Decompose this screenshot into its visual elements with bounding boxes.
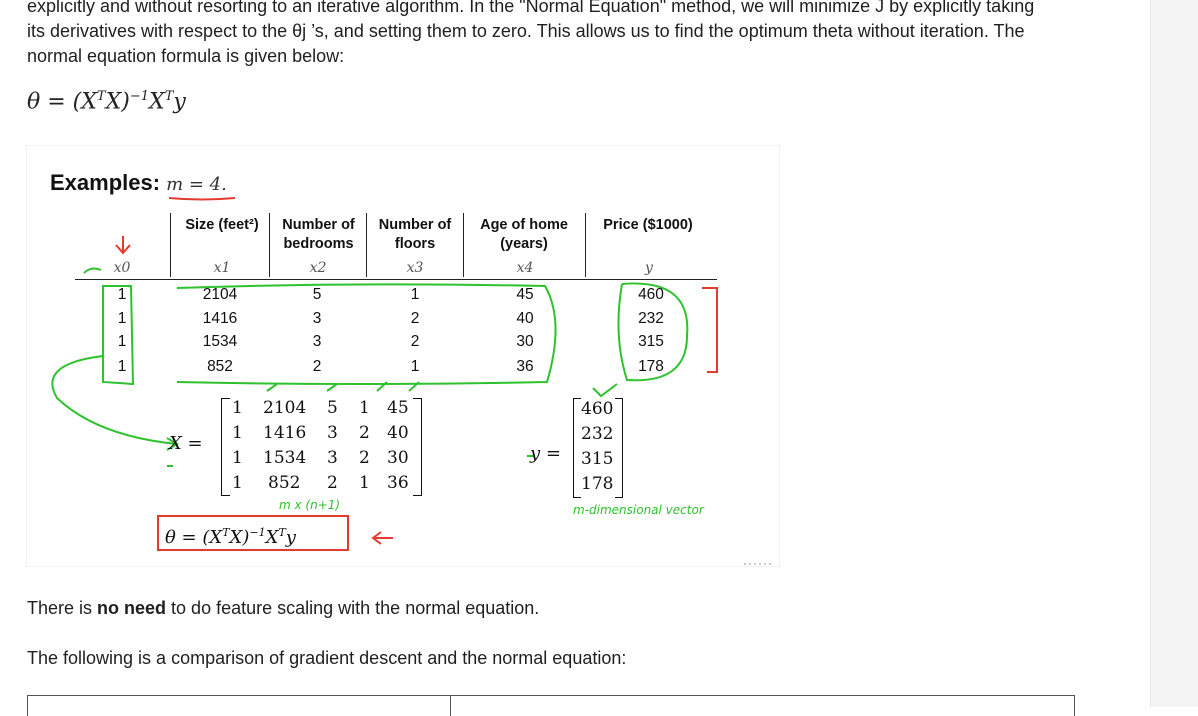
y-entry: 178 [581,474,614,494]
X-bracket-right [413,398,422,496]
y-entry: 232 [581,424,614,444]
var-x3: x3 [406,260,424,276]
X-entry: 30 [387,448,409,468]
cell: 1 [117,286,127,303]
intro-line-2: its derivatives with respect to the θj ’… [27,21,1025,41]
X-entry: 40 [387,423,409,443]
comparison-table [27,695,1075,716]
header-age: Age of home (years) [480,217,568,252]
red-down-arrow-icon [115,236,131,255]
y-bracket-right [615,398,623,498]
header-divider [585,213,586,277]
X-entry: 3 [327,423,338,443]
page-content: explicitly and without resorting to an i… [0,0,1150,716]
cell: 2 [410,310,420,327]
var-y: y [645,260,653,276]
cell: 3 [312,310,322,327]
X-entry: 2 [359,448,370,468]
var-x4: x4 [516,260,534,276]
cell: 1416 [202,310,238,327]
X-entry: 1 [359,398,370,418]
header-divider [170,213,171,277]
intro-line-3: normal equation formula is given below: [27,46,345,66]
var-x2: x2 [309,260,327,276]
comparison-table-divider [450,696,451,716]
cell: 36 [516,358,534,375]
X-entry: 45 [387,398,409,418]
boxed-normal-equation: θ = (XTX)−1XTy [157,515,349,551]
header-rule [75,279,717,280]
red-bracket-y [702,287,718,373]
X-entry: 1534 [263,448,307,468]
cell: 3 [312,333,322,350]
y-label: y = [530,443,561,464]
header-size: Size (feet²) [185,217,259,233]
cell: 852 [207,358,233,375]
cell: 2104 [202,286,238,303]
X-entry: 1416 [263,423,307,443]
cell: 460 [638,286,664,303]
cell: 1 [410,358,420,375]
header-floors: Number of floors [378,217,452,252]
X-entry: 1 [232,398,243,418]
header-divider [463,213,464,277]
X-entry: 2104 [263,398,307,418]
X-entry: 2 [327,473,338,493]
feature-scaling-note: There is no need to do feature scaling w… [27,598,540,618]
cell: 1 [117,358,127,375]
X-label: X = [169,433,203,454]
page-gutter [1150,0,1198,707]
X-entry: 1 [232,448,243,468]
X-bracket-left [221,398,230,496]
dimension-note: m x (n+1) [279,498,341,512]
m-underline [168,197,236,201]
var-x0: x0 [113,260,131,276]
cell: 1 [117,333,127,350]
header-divider [269,213,270,277]
green-arrow-x0-icon [83,267,102,274]
cell: 315 [638,333,664,350]
X-entry: 852 [268,473,301,493]
red-left-arrow-icon [371,531,393,545]
green-check-y-icon [592,383,618,398]
comparison-intro: The following is a comparison of gradien… [27,648,627,668]
cell: 2 [410,333,420,350]
cell: 30 [516,333,534,350]
example-figure: Examples: m = 4. Size (feet²) Number of … [27,146,779,566]
y-bracket-left [573,398,581,498]
X-entry: 36 [387,473,409,493]
cell: 2 [312,358,322,375]
cell: 1534 [202,333,238,350]
X-entry: 1 [232,473,243,493]
X-entry: 5 [327,398,338,418]
header-bedrooms: Number of bedrooms [282,217,355,252]
header-price: Price ($1000) [603,217,693,233]
y-entry: 460 [581,399,614,419]
X-entry: 1 [359,473,370,493]
normal-equation-formula: θ = (XTX)−1XTy [27,89,186,115]
cell: 178 [638,358,664,375]
cell: 40 [516,310,534,327]
cell: 1 [410,286,420,303]
y-entry: 315 [581,449,614,469]
vector-note: m-dimensional vector [573,503,704,517]
intro-line-1: explicitly and without resorting to an i… [27,0,1035,16]
cell: 232 [638,310,664,327]
cell: 1 [117,310,127,327]
X-entry: 3 [327,448,338,468]
header-divider [366,213,367,277]
cell: 5 [312,286,322,303]
X-entry: 1 [232,423,243,443]
var-x1: x1 [213,260,231,276]
cell: 45 [516,286,534,303]
X-entry: 2 [359,423,370,443]
